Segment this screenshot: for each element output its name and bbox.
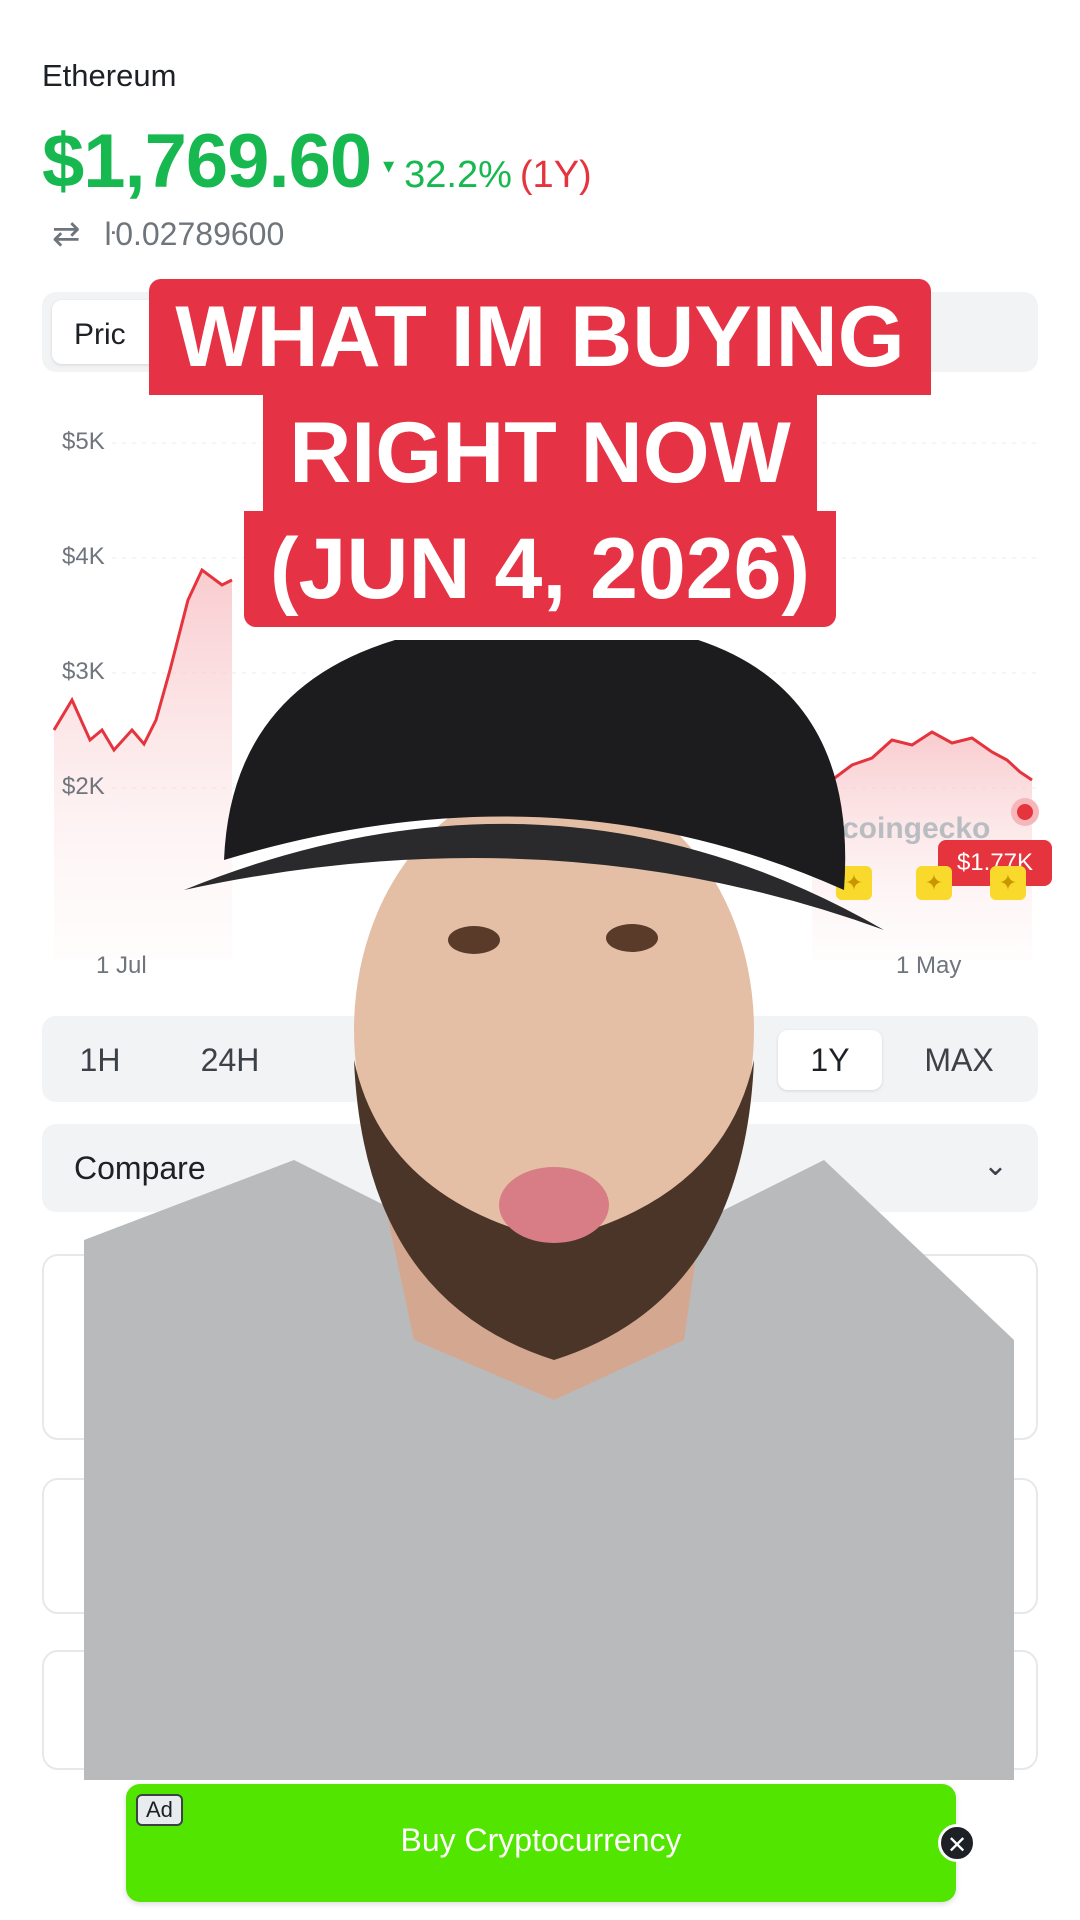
btc-price-row: ⇄ ŀ0.02789600 (52, 214, 284, 254)
headline-line: (JUN 4, 2026) (243, 511, 837, 627)
presenter-mouth (499, 1167, 609, 1243)
price-row: $1,769.60 ▾ 32.2% (1Y) (42, 118, 592, 205)
y-tick-label: $5K (62, 428, 105, 455)
y-tick-label: $4K (62, 543, 105, 570)
btc-price: ŀ0.02789600 (104, 215, 285, 252)
presenter-video-overlay (84, 640, 1014, 1780)
presenter-eye-left (448, 926, 500, 954)
close-icon[interactable]: ✕ (938, 1824, 976, 1862)
headline-line: WHAT IM BUYING (149, 279, 931, 395)
coin-price: $1,769.60 (42, 119, 372, 204)
price-change-percent: 32.2% (404, 154, 512, 196)
ad-banner[interactable]: Ad Buy Cryptocurrency (126, 1784, 956, 1902)
price-change-period: (1Y) (519, 154, 592, 196)
headline-line: RIGHT NOW (263, 395, 817, 511)
swap-arrows-icon[interactable]: ⇄ (52, 214, 81, 254)
delta-arrow-icon: ▾ (383, 153, 395, 178)
coin-name: Ethereum (42, 58, 177, 93)
presenter-eye-right (606, 924, 658, 952)
video-headline: WHAT IM BUYING RIGHT NOW (JUN 4, 2026) (128, 279, 952, 627)
ad-label: Buy Cryptocurrency (400, 1822, 682, 1858)
current-price-dot-core (1017, 804, 1033, 820)
